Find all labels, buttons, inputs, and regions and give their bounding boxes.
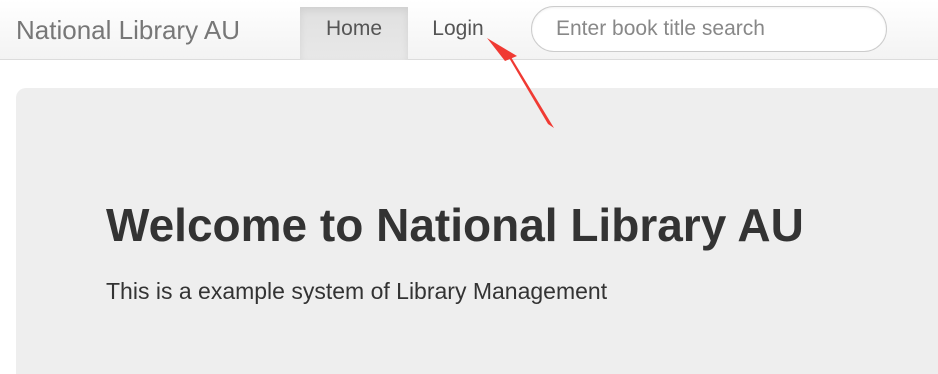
page-title: Welcome to National Library AU	[106, 199, 804, 251]
brand-link[interactable]: National Library AU	[16, 15, 240, 45]
search-input[interactable]	[531, 6, 887, 52]
jumbotron: Welcome to National Library AU This is a…	[16, 88, 938, 374]
page-subtitle: This is a example system of Library Mana…	[106, 278, 608, 304]
nav-link-login[interactable]: Login	[410, 7, 506, 60]
navbar: National Library AU Home Login	[0, 0, 938, 60]
nav-link-home[interactable]: Home	[300, 7, 408, 60]
